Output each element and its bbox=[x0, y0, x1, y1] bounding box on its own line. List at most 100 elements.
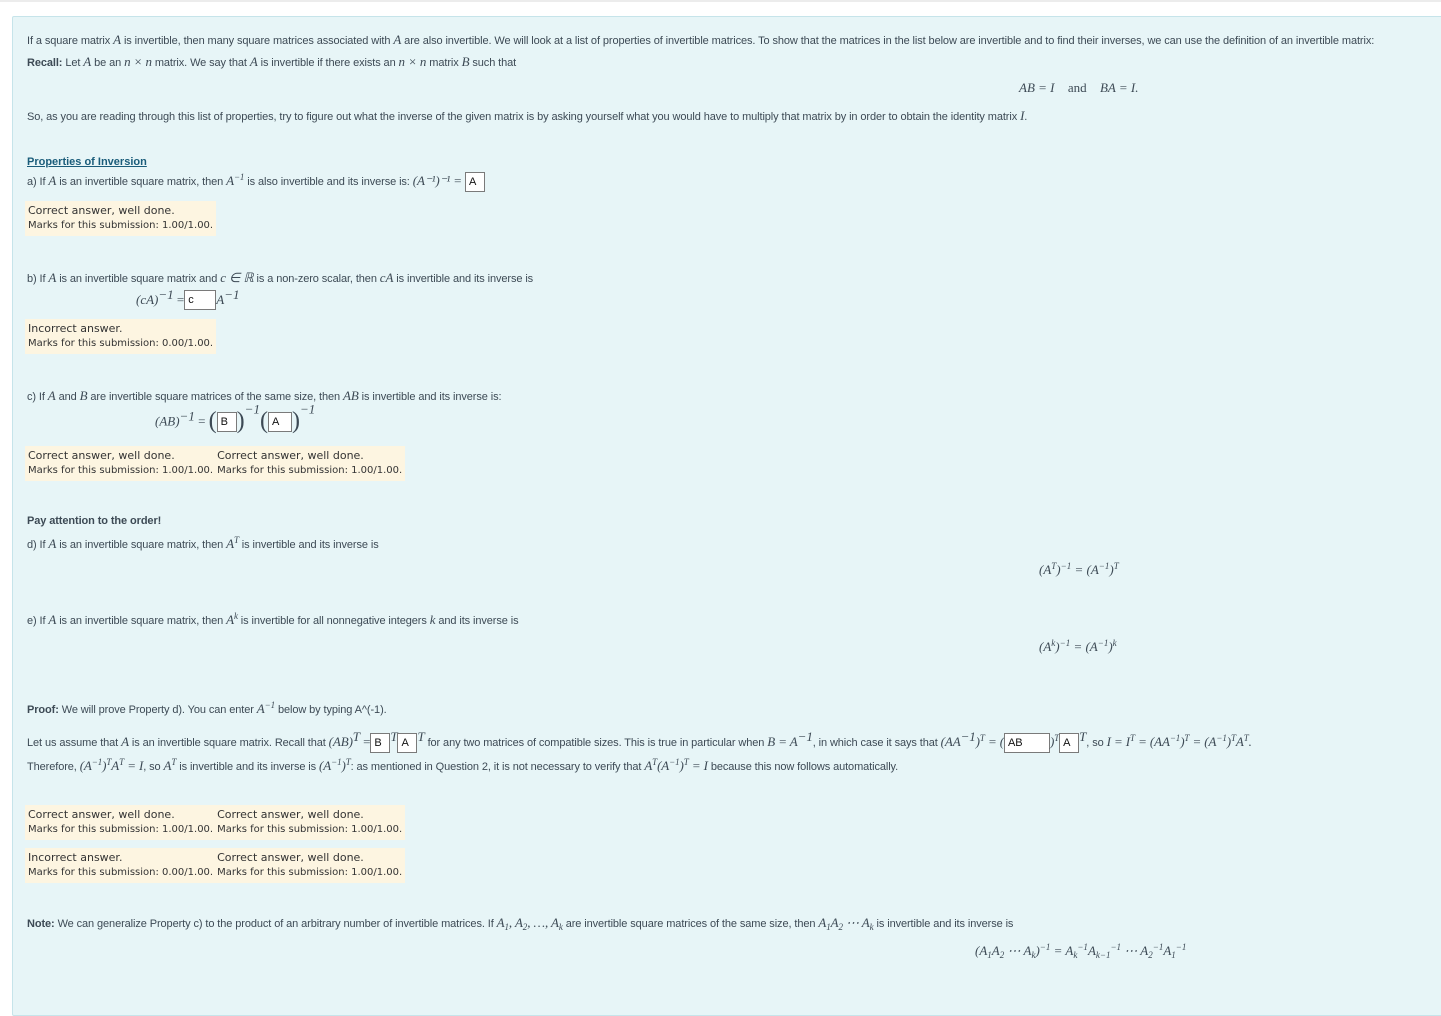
top-divider bbox=[0, 0, 1441, 2]
part-e-text: is an invertible square matrix, then bbox=[56, 615, 227, 627]
answer-input-b[interactable]: c bbox=[184, 290, 217, 310]
definition-equation: AB = I and BA = I. bbox=[1019, 79, 1138, 97]
math-inverse-transpose: (A−1)T bbox=[319, 757, 351, 774]
part-e-text: e) If bbox=[27, 615, 49, 627]
feedback-status: Incorrect answer. bbox=[28, 322, 123, 335]
proof-text: because this now follows automatically. bbox=[707, 761, 899, 773]
intro-text: If a square matrix bbox=[27, 35, 114, 47]
part-e-formula: (Ak)−1 = (A−1)k bbox=[1039, 638, 1117, 655]
math-AB: AB bbox=[343, 388, 359, 403]
feedback-status: Correct answer, well done. bbox=[28, 204, 175, 217]
recall-text: matrix. We say that bbox=[151, 57, 250, 69]
feedback-marks: Marks for this submission: 1.00/1.00. bbox=[217, 465, 403, 476]
part-c-text: c) If bbox=[27, 391, 48, 403]
math-AA: (AA bbox=[940, 733, 961, 749]
math-paren-T-eq: )T = ( bbox=[975, 732, 1004, 749]
feedback-proof-row-1: Correct answer, well done. Marks for thi… bbox=[25, 805, 406, 840]
math-cA: cA bbox=[379, 270, 394, 285]
feedback-marks: Marks for this submission: 0.00/1.00. bbox=[28, 867, 214, 878]
answer-input-a[interactable]: A bbox=[464, 172, 485, 192]
left-paren: ( bbox=[259, 408, 268, 434]
answer-input-proof-3[interactable]: AB bbox=[1004, 733, 1050, 753]
math-eq: = bbox=[194, 413, 209, 429]
right-paren: ) bbox=[236, 408, 245, 434]
note-label: Note: bbox=[27, 918, 55, 930]
answer-input-proof-1[interactable]: B bbox=[370, 733, 391, 753]
answer-input-proof-4[interactable]: A bbox=[1059, 733, 1080, 753]
part-a-text: is also invertible and its inverse is: bbox=[244, 175, 413, 188]
recall-text: matrix bbox=[426, 57, 462, 69]
recall-label: Recall: bbox=[27, 57, 63, 69]
feedback-status: Correct answer, well done. bbox=[217, 449, 364, 462]
properties-heading: Properties of Inversion bbox=[27, 152, 147, 170]
math-sup: −1 bbox=[224, 287, 240, 303]
feedback-marks: Marks for this submission: 1.00/1.00. bbox=[28, 465, 214, 476]
note-text: We can generalize Property c) to the pro… bbox=[54, 918, 497, 930]
part-a-text: a) If bbox=[27, 175, 49, 188]
math-c-in-R: c ∈ ℝ bbox=[220, 270, 254, 285]
math-A: A bbox=[216, 292, 225, 308]
eq-ab: AB = I bbox=[1019, 80, 1055, 95]
part-e-question: e) If A is an invertible square matrix, … bbox=[27, 612, 519, 628]
part-b-text: is an invertible square matrix and bbox=[56, 273, 221, 285]
proof-text: Let us assume that bbox=[27, 736, 122, 749]
intro-text: are also invertible. We will look at a l… bbox=[401, 35, 1375, 47]
part-d-text: is invertible and its inverse is bbox=[238, 539, 379, 551]
math-eq: = bbox=[359, 733, 371, 749]
part-b-question: b) If A is an invertible square matrix a… bbox=[27, 270, 533, 286]
answer-input-c1[interactable]: B bbox=[216, 411, 237, 432]
math-sequence: A1, A2, …, Ak bbox=[496, 915, 563, 932]
math-sup-T: T bbox=[352, 728, 360, 744]
note-paragraph: Note: We can generalize Property c) to t… bbox=[27, 915, 1014, 932]
math-verify: AT(A−1)T = I bbox=[644, 757, 708, 774]
math-sup-T: T bbox=[417, 728, 425, 744]
math-AB-paren: (AB) bbox=[155, 413, 180, 429]
proof-text: Therefore, bbox=[27, 761, 80, 773]
math-AB-paren: (AB) bbox=[328, 733, 353, 749]
math-A-transpose: AT bbox=[226, 535, 239, 552]
part-c-text: and bbox=[55, 391, 80, 403]
proof-text: , so bbox=[1086, 736, 1107, 749]
eq-ba: BA = I. bbox=[1099, 80, 1139, 95]
feedback-status: Correct answer, well done. bbox=[28, 808, 175, 821]
part-a-text: is an invertible square matrix, then bbox=[56, 175, 227, 188]
math-B-eq: B = A bbox=[767, 733, 798, 749]
note-text: is invertible and its inverse is bbox=[873, 918, 1014, 930]
math-eq: = bbox=[173, 292, 185, 308]
math-A-transpose: AT bbox=[163, 757, 177, 774]
proof-label: Proof: bbox=[27, 704, 59, 716]
answer-input-proof-2[interactable]: A bbox=[397, 733, 418, 753]
right-paren: ) bbox=[291, 408, 300, 434]
proof-intro: Proof: We will prove Property d). You ca… bbox=[27, 701, 387, 717]
feedback-marks: Marks for this submission: 1.00/1.00. bbox=[217, 824, 403, 835]
math-paren-T: )T bbox=[1050, 732, 1060, 749]
properties-heading-text: Properties of Inversion bbox=[27, 156, 147, 168]
so-text: So, as you are reading through this list… bbox=[27, 111, 1021, 123]
feedback-marks: Marks for this submission: 1.00/1.00. bbox=[28, 824, 214, 835]
proof-text: is an invertible square matrix. Recall t… bbox=[128, 736, 329, 749]
math-sup: −1 bbox=[797, 728, 813, 744]
math-A: A bbox=[121, 733, 129, 749]
math-identity-chain: I = IT = (AA−1)T = (A−1)TAT. bbox=[1106, 732, 1252, 749]
math-A-inverse: A−1 bbox=[226, 171, 245, 188]
math-cA-paren: (cA) bbox=[136, 292, 159, 308]
proof-text: below by typing A^(-1). bbox=[275, 704, 387, 716]
proof-line-2: Therefore, (A−1)TAT = I, so AT is invert… bbox=[27, 758, 898, 774]
math-A-inverse: A−1 bbox=[256, 700, 275, 717]
math-nxn: n × n bbox=[124, 54, 152, 69]
math-sup: −1 bbox=[158, 287, 174, 303]
feedback-b: Incorrect answer. Marks for this submiss… bbox=[25, 319, 217, 354]
feedback-marks: Marks for this submission: 0.00/1.00. bbox=[28, 338, 214, 349]
answer-input-c2[interactable]: A bbox=[267, 411, 292, 432]
feedback-c: Correct answer, well done. Marks for thi… bbox=[25, 446, 406, 481]
recall-text: be an bbox=[91, 57, 125, 69]
part-c-question: c) If A and B are invertible square matr… bbox=[27, 388, 502, 404]
proof-text: is invertible and its inverse is bbox=[176, 761, 320, 773]
proof-text: , so bbox=[143, 761, 164, 773]
proof-line-1: Let us assume that A is an invertible sq… bbox=[27, 730, 1252, 753]
feedback-marks: Marks for this submission: 1.00/1.00. bbox=[217, 867, 403, 878]
recall-paragraph: Recall: Let A be an n × n matrix. We say… bbox=[27, 54, 516, 70]
part-b-text: is invertible and its inverse is bbox=[393, 273, 534, 285]
attention-note: Pay attention to the order! bbox=[27, 515, 162, 527]
proof-text: , in which case it says that bbox=[812, 736, 941, 749]
